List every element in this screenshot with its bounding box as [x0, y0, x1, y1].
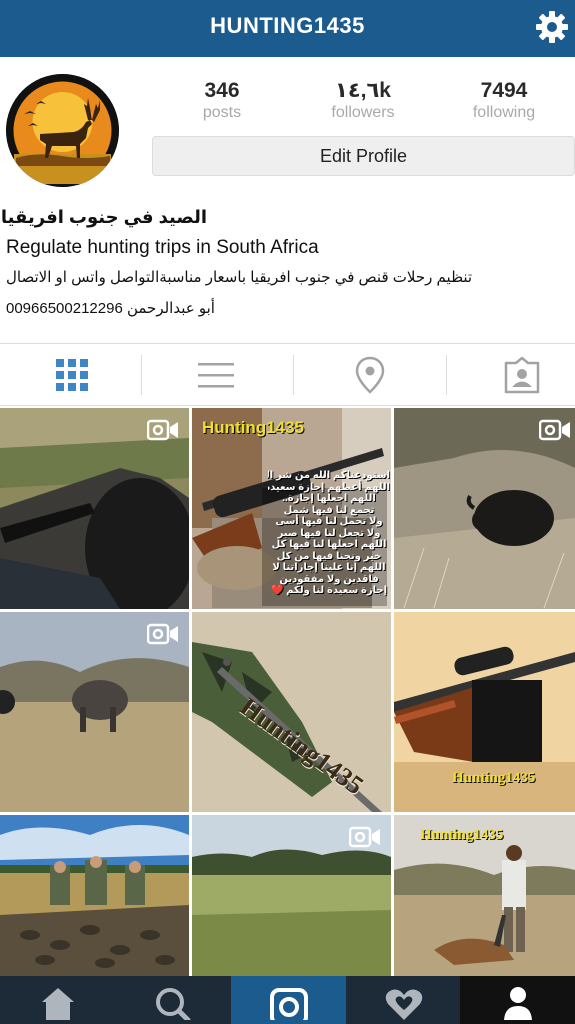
grid-icon: [55, 359, 88, 391]
nav-camera[interactable]: [231, 976, 346, 1024]
tab-location[interactable]: [298, 345, 441, 405]
followers-label: followers: [331, 104, 395, 121]
post-thumbnail[interactable]: [0, 408, 189, 609]
video-icon: [539, 419, 570, 441]
post-watermark: Hunting1435: [452, 770, 536, 786]
tab-list[interactable]: [144, 345, 287, 405]
tab-separator: [141, 355, 142, 395]
bio-arabic: تنظيم رحلات قنص في جنوب افريقيا باسعار م…: [6, 269, 473, 286]
tagged-photos-icon: [504, 356, 539, 394]
post-watermark: Hunting1435: [420, 827, 504, 843]
nav-activity[interactable]: [346, 976, 461, 1024]
post-thumbnail[interactable]: Hunting1435: [394, 815, 575, 976]
gear-icon[interactable]: [533, 8, 571, 46]
profile-avatar[interactable]: [6, 74, 119, 187]
video-icon: [147, 419, 178, 441]
profile-stats: 346 posts ١٤,٦k followers 7494 following: [150, 78, 575, 126]
tab-separator: [293, 355, 294, 395]
post-thumbnail[interactable]: Hunting1435 استودعناكم الله من شر الحواد…: [192, 408, 391, 609]
post-overlay-text: استودعناكم الله من شر الحوادث والفواجع ا…: [268, 470, 390, 596]
video-icon: [147, 623, 178, 645]
tab-tagged[interactable]: [450, 345, 575, 405]
posts-label: posts: [202, 104, 242, 121]
nav-profile[interactable]: [460, 976, 575, 1024]
divider: [0, 405, 575, 406]
post-thumbnail[interactable]: [0, 612, 189, 812]
bio-english: Regulate hunting trips in South Africa: [6, 237, 319, 258]
bio-contact: 00966500212296 أبو عبدالرحمن: [6, 300, 215, 317]
profile-display-name: الصيد في جنوب افريقيا: [0, 207, 207, 227]
posts-stat[interactable]: 346 posts: [152, 78, 292, 122]
followers-count: ١٤,٦k: [335, 79, 391, 102]
post-thumbnail[interactable]: Hunting1435: [192, 612, 391, 812]
posts-grid: Hunting1435 استودعناكم الله من شر الحواد…: [0, 408, 575, 976]
camera-icon: [269, 988, 308, 1020]
followers-stat[interactable]: ١٤,٦k followers: [293, 78, 433, 122]
nav-search[interactable]: [115, 976, 230, 1024]
activity-heart-icon: [385, 989, 422, 1020]
video-icon: [349, 826, 380, 848]
search-icon: [155, 988, 191, 1020]
tab-grid[interactable]: [0, 345, 143, 405]
divider: [0, 343, 575, 344]
post-watermark: Hunting1435: [202, 418, 305, 437]
home-icon: [41, 988, 74, 1020]
following-label: following: [472, 104, 536, 121]
nav-home[interactable]: [0, 976, 115, 1024]
edit-profile-button[interactable]: Edit Profile: [152, 136, 575, 176]
top-bar: HUNTING1435: [0, 0, 575, 57]
following-count: 7494: [480, 79, 528, 102]
profile-username-title: HUNTING1435: [210, 13, 365, 38]
tab-separator: [446, 355, 447, 395]
location-pin-icon: [355, 356, 384, 394]
post-thumbnail[interactable]: [192, 815, 391, 976]
view-tabs: [0, 345, 575, 405]
list-icon: [197, 363, 234, 388]
post-thumbnail[interactable]: [394, 408, 575, 609]
posts-count: 346: [204, 79, 240, 102]
profile-icon: [503, 987, 532, 1020]
bottom-navigation: [0, 976, 575, 1024]
post-thumbnail[interactable]: Hunting1435: [394, 612, 575, 812]
following-stat[interactable]: 7494 following: [434, 78, 574, 122]
post-thumbnail[interactable]: [0, 815, 189, 976]
